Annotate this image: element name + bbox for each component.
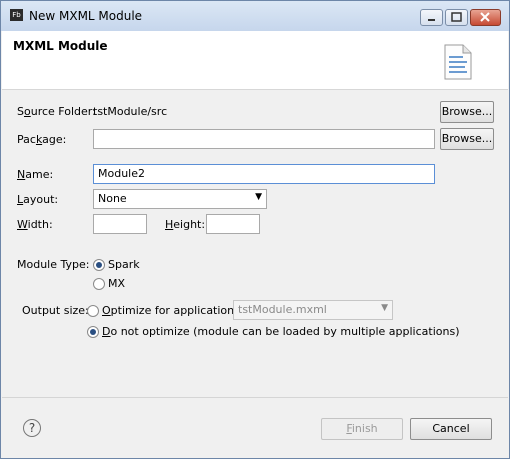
module-type-mx-label[interactable]: MX	[108, 277, 125, 290]
width-input[interactable]	[93, 214, 147, 234]
optimize-label[interactable]: Optimize for application:	[102, 304, 238, 317]
chevron-down-icon: ▼	[381, 303, 388, 313]
minimize-icon	[428, 19, 435, 21]
optimize-app-select[interactable]: tstModule.mxml ▼	[233, 300, 393, 320]
package-label: Package:	[17, 133, 67, 146]
height-input[interactable]	[206, 214, 260, 234]
flash-builder-icon: Fb	[10, 9, 23, 21]
module-type-label: Module Type:	[17, 258, 90, 271]
close-icon	[480, 12, 490, 22]
name-input[interactable]: Module2	[93, 164, 435, 184]
source-folder-value: tstModule/src	[93, 105, 168, 118]
layout-selected-value: None	[98, 192, 127, 205]
module-type-spark-radio[interactable]	[93, 259, 105, 271]
dialog-window: Fb New MXML Module MXML Module Source Fo…	[0, 0, 510, 459]
minimize-button[interactable]	[420, 9, 443, 26]
optimize-radio[interactable]	[87, 305, 99, 317]
do-not-optimize-radio[interactable]	[87, 326, 99, 338]
layout-select[interactable]: None ▼	[93, 189, 267, 209]
help-icon[interactable]: ?	[23, 419, 41, 437]
width-label: Width:	[17, 218, 53, 231]
window-title: New MXML Module	[29, 9, 143, 23]
maximize-button[interactable]	[445, 9, 468, 26]
module-type-mx-radio[interactable]	[93, 278, 105, 290]
finish-button[interactable]: Finish	[321, 418, 403, 440]
source-folder-label: Source Folder:	[17, 105, 96, 118]
document-icon	[444, 44, 472, 80]
wizard-header: MXML Module	[2, 31, 508, 90]
source-folder-browse-button[interactable]: Browse...	[440, 101, 494, 123]
optimize-app-value: tstModule.mxml	[238, 303, 327, 316]
height-label: Height:	[165, 218, 206, 231]
do-not-optimize-label[interactable]: Do not optimize (module can be loaded by…	[102, 325, 460, 338]
footer-separator	[2, 397, 508, 398]
output-size-label: Output size:	[22, 304, 89, 317]
chevron-down-icon: ▼	[255, 192, 262, 202]
wizard-title: MXML Module	[13, 39, 108, 53]
name-label: Name:	[17, 168, 54, 181]
package-input[interactable]	[93, 129, 435, 149]
layout-label: Layout:	[17, 193, 59, 206]
maximize-icon	[451, 12, 462, 22]
module-type-spark-label[interactable]: Spark	[108, 258, 140, 271]
package-browse-button[interactable]: Browse...	[440, 128, 494, 150]
title-bar[interactable]: Fb New MXML Module	[1, 1, 509, 31]
cancel-button[interactable]: Cancel	[410, 418, 492, 440]
close-button[interactable]	[470, 9, 501, 26]
